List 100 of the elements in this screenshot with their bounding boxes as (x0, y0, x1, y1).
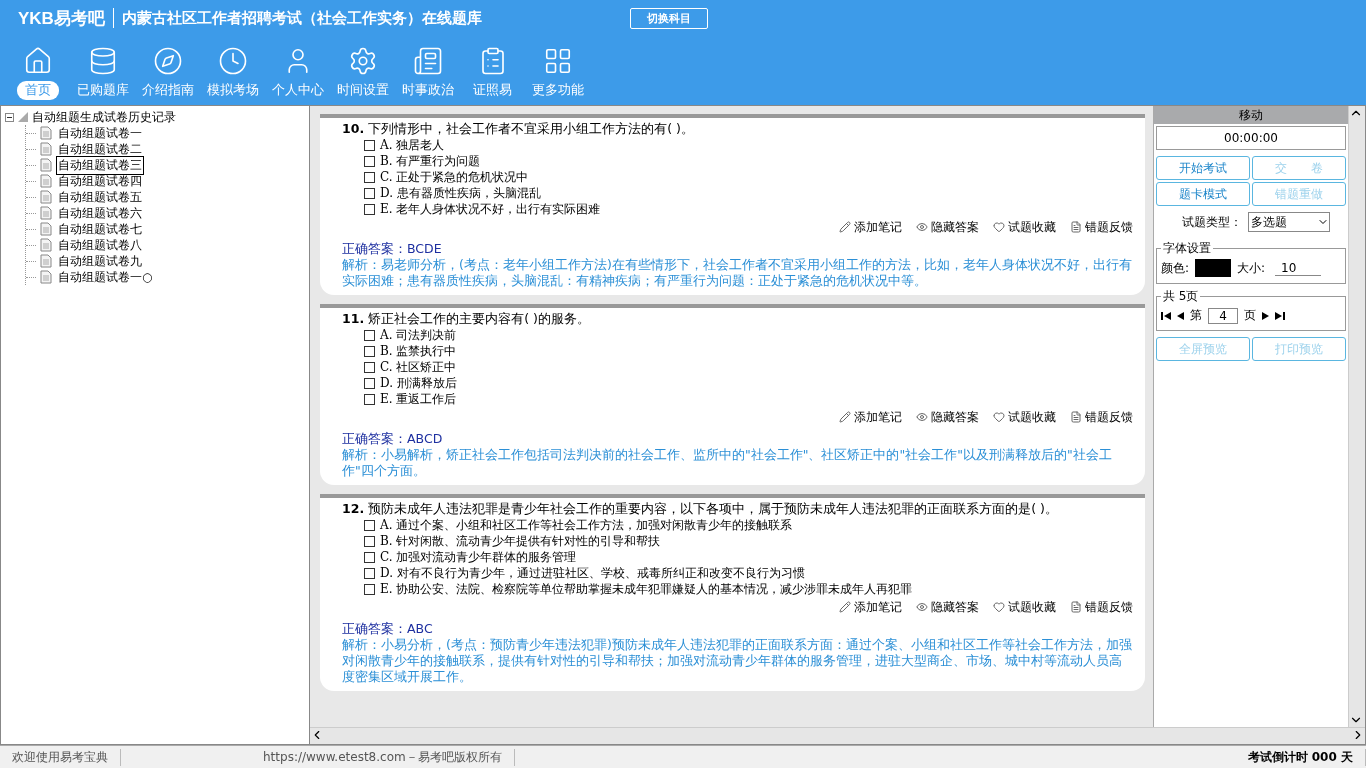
type-dropdown[interactable]: 多选题 (1248, 212, 1330, 232)
file-icon (40, 270, 52, 284)
question-action-link[interactable]: 添加笔记 (839, 599, 902, 615)
option-text: C. 加强对流动青少年群体的服务管理 (380, 549, 577, 565)
option-checkbox[interactable] (364, 329, 375, 341)
option-text: D. 对有不良行为青少年，通过进驻社区、学校、戒毒所纠正和改变不良行为习惯 (380, 565, 805, 581)
status-text: 考试倒计时 000 天 (1235, 748, 1366, 766)
previous-page-icon[interactable] (1177, 311, 1184, 320)
question-action-link[interactable]: 错题反馈 (1070, 219, 1133, 235)
option-checkbox[interactable] (364, 377, 375, 389)
option-text: C. 正处于紧急的危机状况中 (380, 169, 529, 185)
question-action-link[interactable]: 试题收藏 (993, 219, 1056, 235)
file-icon (40, 142, 52, 156)
heart-icon (993, 411, 1005, 423)
triangle-icon (18, 112, 28, 122)
color-swatch[interactable] (1195, 259, 1232, 277)
tree-item[interactable]: 自动组题试卷三 (56, 155, 144, 175)
page-suffix: 页 (1244, 307, 1256, 324)
option-checkbox[interactable] (364, 567, 375, 579)
eye-icon (916, 221, 928, 233)
timer-display: 00:00:00 (1156, 126, 1346, 150)
answer-analysis: 解析：小易解析，矫正社会工作包括司法判决前的社会工作、监所中的"社会工作"、社区矫正中的"社会工作"以及刑满释放后的"社会工作"四个方面。 (342, 447, 1113, 479)
horizontal-scrollbar[interactable] (310, 727, 1365, 744)
nav-icon[interactable] (152, 46, 183, 76)
option-text: E. 老年人身体状况不好，出行有实际困难 (380, 201, 601, 217)
nav-icon[interactable] (412, 46, 443, 76)
page-field[interactable]: 4 (1208, 307, 1238, 324)
nav-icon[interactable] (217, 46, 248, 76)
status-text: https://www.etest8.com－易考吧版权所有 (251, 748, 515, 766)
type-label: 试题类型： (1182, 213, 1242, 231)
option-checkbox[interactable] (364, 187, 375, 199)
option-text: C. 社区矫正中 (380, 359, 457, 375)
document-icon (1070, 601, 1082, 613)
question-action-link[interactable]: 隐藏答案 (916, 219, 979, 235)
correct-answer: 正确答案：ABCD (342, 431, 444, 447)
question-text: 12. 预防未成年人违法犯罪是青少年社会工作的重要内容，以下各项中，属于预防未成年人违法犯罪的正面联系方面的是( )。 (342, 501, 1059, 517)
question-text: 10. 下列情形中，社会工作者不宜采用小组工作方法的有( )。 (342, 121, 695, 137)
option-checkbox[interactable] (364, 519, 375, 531)
option-checkbox[interactable] (364, 535, 375, 547)
tree-item[interactable]: 自动组题生成试卷历史记录 (32, 108, 176, 126)
file-icon (40, 238, 52, 252)
eye-icon (916, 601, 928, 613)
option-text: B. 监禁执行中 (380, 343, 457, 359)
option-text: A. 通过个案、小组和社区工作等社会工作方法，加强对闲散青少年的接触联系 (380, 517, 793, 533)
group-label: 共 5页 (1162, 288, 1200, 305)
document-icon (1070, 221, 1082, 233)
option-text: E. 重返工作后 (380, 391, 457, 407)
size-field[interactable]: 10 (1275, 260, 1322, 276)
first-page-icon[interactable] (1161, 311, 1171, 320)
eye-icon (916, 411, 928, 423)
status-text: 欢迎使用易考宝典 (0, 748, 121, 766)
last-page-icon[interactable] (1275, 311, 1285, 320)
question-action-link[interactable]: 隐藏答案 (916, 409, 979, 425)
question-action-link[interactable]: 试题收藏 (993, 409, 1056, 425)
option-text: A. 独居老人 (380, 137, 445, 153)
document-icon (1070, 411, 1082, 423)
question-action-link[interactable]: 错题反馈 (1070, 599, 1133, 615)
question-action-link[interactable]: 错题反馈 (1070, 409, 1133, 425)
option-checkbox[interactable] (364, 345, 375, 357)
option-text: A. 司法判决前 (380, 327, 457, 343)
heart-icon (993, 601, 1005, 613)
minus-box-icon[interactable] (5, 112, 14, 122)
file-icon (40, 158, 52, 172)
pencil-icon (839, 221, 851, 233)
option-checkbox[interactable] (364, 361, 375, 373)
option-checkbox[interactable] (364, 155, 375, 167)
panel-button[interactable]: 题卡模式 (1156, 182, 1250, 206)
option-text: D. 刑满释放后 (380, 375, 457, 391)
option-text: E. 协助公安、法院、检察院等单位帮助掌握未成年犯罪嫌疑人的基本情况，减少涉罪未成年人再犯罪 (380, 581, 913, 597)
group-label: 字体设置 (1162, 240, 1212, 257)
panel-button[interactable]: 开始考试 (1156, 156, 1250, 180)
option-checkbox[interactable] (364, 171, 375, 183)
option-text: D. 患有器质性疾病，头脑混乱 (380, 185, 541, 201)
heart-icon (993, 221, 1005, 233)
file-icon (40, 206, 52, 220)
file-icon (40, 222, 52, 236)
option-checkbox[interactable] (364, 203, 375, 215)
option-checkbox[interactable] (364, 551, 375, 563)
app-title: 内蒙古社区工作者招聘考试（社会工作实务）在线题库 (121, 8, 482, 28)
size-label: 大小: (1237, 259, 1266, 277)
app-logo: YKB易考吧 (18, 7, 105, 30)
next-page-icon[interactable] (1262, 311, 1269, 320)
question-action-link[interactable]: 添加笔记 (839, 409, 902, 425)
option-text: B. 有严重行为问题 (380, 153, 481, 169)
vertical-scrollbar[interactable] (1348, 106, 1365, 727)
option-checkbox[interactable] (364, 583, 375, 595)
question-action-link[interactable]: 试题收藏 (993, 599, 1056, 615)
pencil-icon (839, 601, 851, 613)
answer-analysis: 解析：小易分析，(考点：预防青少年违法犯罪)预防未成年人违法犯罪的正面联系方面：通过个案、小组和社区工作等社会工作方法，加强对闲散青少年的接触联系，提供有针对性的引导和帮扶；加强对流动青少年群体的服务管理，进驻大型商企、市场、城中村等流动人员高度密集区域开展工作。 (342, 637, 1133, 685)
file-icon (40, 190, 52, 204)
question-action-link[interactable]: 隐藏答案 (916, 599, 979, 615)
question-text: 11. 矫正社会工作的主要内容有( )的服务。 (342, 311, 591, 327)
answer-analysis: 解析：易老师分析，(考点：老年小组工作方法)在有些情形下，社会工作者不宜采用小组工作的方法，比如，老年人身体状况不好，出行有实际困难；患有器质性疾病，头脑混乱：有精神疾病；有严重行为问题：正处于紧急的危机状况中等。 (342, 257, 1133, 289)
color-label: 颜色: (1161, 259, 1190, 277)
page-prefix: 第 (1190, 307, 1202, 324)
option-checkbox[interactable] (364, 139, 375, 151)
question-action-link[interactable]: 添加笔记 (839, 219, 902, 235)
pencil-icon (839, 411, 851, 423)
option-checkbox[interactable] (364, 393, 375, 405)
panel-title: 移动 (1154, 106, 1348, 124)
